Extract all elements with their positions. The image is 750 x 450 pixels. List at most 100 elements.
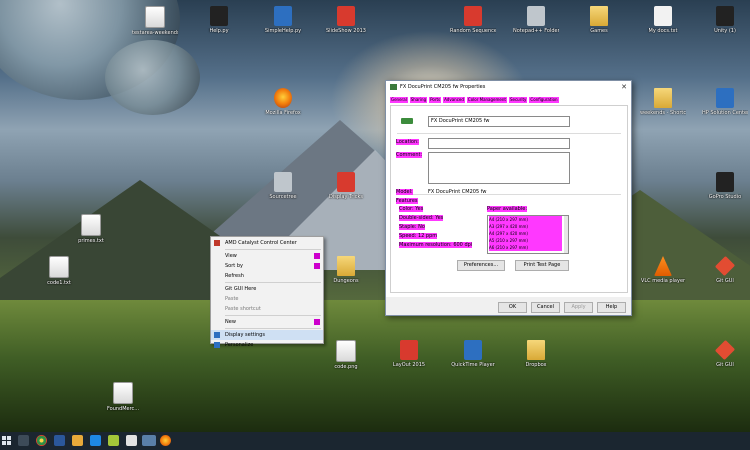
tab-security[interactable]: Security — [508, 97, 528, 103]
menu-item-paste[interactable]: Paste — [211, 294, 323, 304]
start-button[interactable] — [2, 436, 12, 446]
general-tab-panel: FX DocuPrint CM205 fw Location: Comment:… — [390, 105, 628, 293]
meadow — [0, 300, 750, 432]
desktop-context-menu: AMD Catalyst Control Center View Sort by… — [210, 236, 324, 348]
app-icon — [337, 6, 355, 26]
submenu-arrow-icon — [314, 253, 320, 259]
menu-separator — [225, 282, 321, 283]
sourcetree-icon — [274, 172, 292, 192]
desktop-icon[interactable]: Notepad++ Folder — [513, 6, 559, 34]
paper-available-label: Paper available: — [487, 206, 528, 212]
feature-speed: Speed: 12 ppm — [399, 233, 438, 239]
desktop-icon[interactable]: Random Sequence — [450, 6, 496, 34]
help-button[interactable]: Help — [597, 302, 626, 313]
app-icon — [464, 6, 482, 26]
image-file-icon — [336, 340, 356, 362]
location-label: Location: — [396, 139, 419, 145]
desktop-icon[interactable]: My docs.txt — [640, 6, 686, 34]
chrome-icon[interactable] — [36, 435, 47, 446]
paper-list[interactable]: A4 (210 x 297 mm) A3 (297 x 420 mm) A4 (… — [487, 215, 569, 254]
printer-name-field[interactable]: FX DocuPrint CM205 fw — [428, 116, 570, 127]
document-icon — [113, 382, 133, 404]
firefox-taskbar-icon[interactable] — [160, 435, 171, 446]
close-icon[interactable]: ✕ — [621, 81, 627, 93]
desktop-icon[interactable]: GoPro Studio — [702, 172, 748, 200]
menu-item-refresh[interactable]: Refresh — [211, 271, 323, 281]
desktop-icon[interactable]: Help.py — [196, 6, 242, 34]
store-icon[interactable] — [90, 435, 101, 446]
paper-item: A4 (210 x 297 mm) — [489, 216, 562, 223]
ok-button[interactable]: OK — [498, 302, 527, 313]
desktop-icon[interactable]: Unity (1) — [702, 6, 748, 34]
amd-icon — [214, 240, 220, 246]
document-icon — [145, 6, 165, 28]
menu-item-display-settings[interactable]: Display settings — [211, 330, 323, 340]
desktop-icon[interactable]: Dungeons — [323, 256, 369, 284]
unity-icon — [716, 6, 734, 26]
desktop-icon[interactable]: Mozilla Firefox — [260, 88, 306, 116]
tab-sharing[interactable]: Sharing — [409, 97, 428, 103]
desktop-icon[interactable]: SlideShow 2013 — [323, 6, 369, 34]
dropbox-icon — [527, 340, 545, 360]
word-icon[interactable] — [54, 435, 65, 446]
preferences-button[interactable]: Preferences... — [457, 260, 505, 271]
folder-icon — [590, 6, 608, 26]
tab-color-management[interactable]: Color Management — [466, 97, 507, 103]
menu-item-personalize[interactable]: Personalize — [211, 340, 323, 350]
python-file-icon — [210, 6, 228, 26]
tab-advanced[interactable]: Advanced — [443, 97, 465, 103]
dialog-title-bar[interactable]: FX DocuPrint CM205 fw Properties ✕ — [386, 81, 631, 93]
desktop-icon[interactable]: VLC media player — [640, 256, 686, 284]
desktop-icon[interactable]: primes.txt — [68, 214, 114, 244]
blender-icon[interactable] — [108, 435, 119, 446]
print-test-page-button[interactable]: Print Test Page — [515, 260, 569, 271]
menu-item-sort-by[interactable]: Sort by — [211, 261, 323, 271]
file-explorer-icon[interactable] — [72, 435, 83, 446]
menu-separator — [225, 315, 321, 316]
git-icon — [714, 339, 736, 361]
location-field[interactable] — [428, 138, 570, 149]
desktop-icon[interactable]: Git GUI — [702, 255, 748, 284]
desktop-icon[interactable]: SimpleHelp.py — [260, 6, 306, 34]
menu-item-view[interactable]: View — [211, 251, 323, 261]
menu-item-git-gui-here[interactable]: Git GUI Here — [211, 284, 323, 294]
dialog-title: FX DocuPrint CM205 fw Properties — [400, 84, 486, 90]
comment-label: Comment: — [396, 152, 423, 158]
desktop-icon[interactable]: FoundMerc... — [100, 382, 146, 412]
notepad-icon[interactable] — [126, 435, 137, 446]
desktop-icon[interactable]: Sourcetree — [260, 172, 306, 200]
desktop-icon[interactable]: LayOut 2015 — [386, 340, 432, 368]
task-view-icon[interactable] — [18, 435, 29, 446]
planet-small — [105, 40, 200, 115]
tab-general[interactable]: General — [390, 97, 408, 103]
features-label: Features — [396, 198, 418, 204]
paper-list-scrollbar[interactable] — [564, 216, 568, 253]
apply-button[interactable]: Apply — [564, 302, 593, 313]
desktop-icon[interactable]: code1.txt — [36, 256, 82, 286]
desktop-icon[interactable]: weekends - Shortcut — [640, 88, 686, 116]
document-icon — [81, 214, 101, 236]
desktop-icon[interactable]: code.png — [323, 340, 369, 370]
comment-field[interactable] — [428, 152, 570, 184]
tab-ports[interactable]: Ports — [429, 97, 442, 103]
desktop-icon[interactable]: QuickTime Player — [450, 340, 496, 368]
desktop-icon[interactable]: Display Tricks — [323, 172, 369, 200]
feature-staple: Staple: No — [399, 224, 425, 230]
cancel-button[interactable]: Cancel — [531, 302, 560, 313]
quicktime-icon — [464, 340, 482, 360]
menu-item-paste-shortcut[interactable]: Paste shortcut — [211, 304, 323, 314]
printer-icon — [401, 118, 413, 124]
desktop-icon[interactable]: Dropbox — [513, 340, 559, 368]
submenu-arrow-icon — [314, 263, 320, 269]
feature-double-sided: Double-sided: Yes — [399, 215, 444, 221]
display-settings-taskbar-icon[interactable] — [142, 435, 156, 446]
model-value: FX DocuPrint CM205 fw — [428, 189, 487, 195]
vlc-icon — [654, 256, 672, 276]
desktop-icon[interactable]: testarea-weekends.txt — [132, 6, 178, 36]
menu-item-amd-catalyst[interactable]: AMD Catalyst Control Center — [211, 238, 323, 248]
desktop-icon[interactable]: Git GUI — [702, 339, 748, 368]
tab-configuration[interactable]: Configuration — [529, 97, 559, 103]
desktop-icon[interactable]: HP Solution Center — [702, 88, 748, 116]
menu-item-new[interactable]: New — [211, 317, 323, 327]
desktop-icon[interactable]: Games — [576, 6, 622, 34]
